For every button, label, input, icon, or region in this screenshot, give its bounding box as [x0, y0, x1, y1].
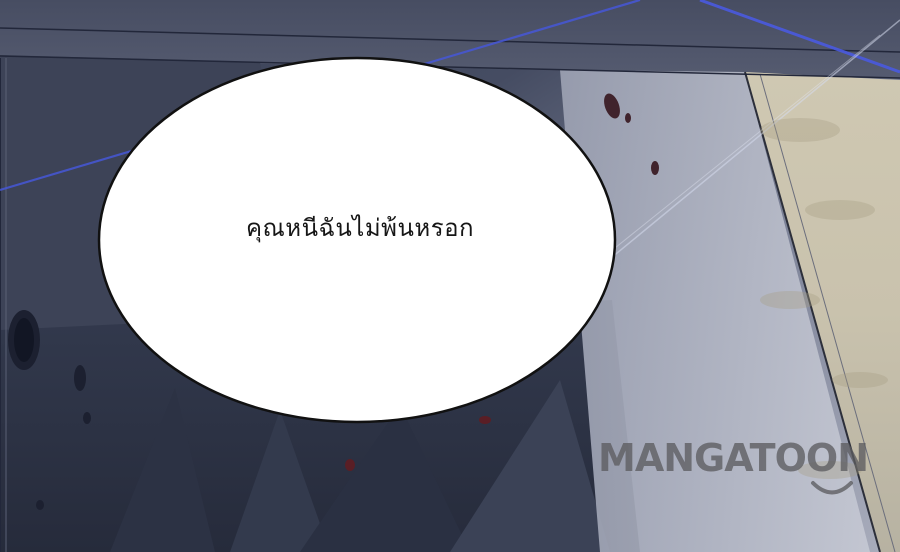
speech-text: คุณหนีฉันไม่พ้นหรอก — [245, 214, 475, 242]
manga-panel: คุณหนีฉันไม่พ้นหรอก MANGATOON — [0, 0, 900, 552]
watermark: MANGATOON — [598, 436, 898, 506]
smile-curve-icon — [811, 481, 853, 495]
watermark-text: MANGATOON — [598, 436, 869, 480]
